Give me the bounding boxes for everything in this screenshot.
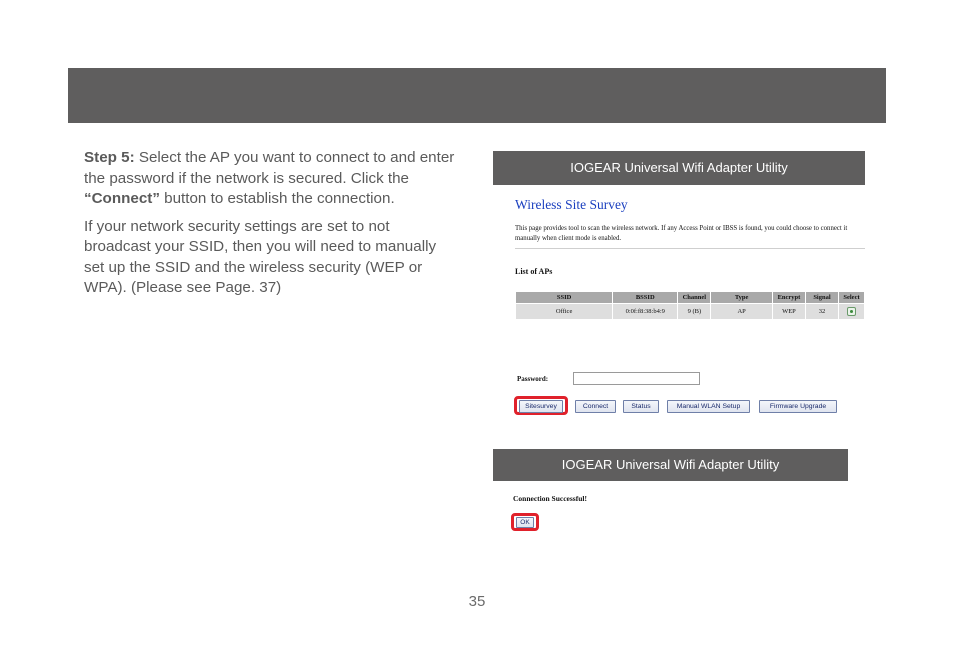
column-header: Channel [678, 292, 711, 303]
signal-cell: 32 [805, 304, 839, 319]
column-header: Signal [805, 292, 839, 303]
column-header: Encrypt [772, 292, 805, 303]
ok-button[interactable]: OK [516, 517, 534, 528]
column-header: SSID [516, 292, 613, 303]
step-paragraph: Step 5: Select the AP you want to connec… [84, 148, 460, 210]
instructions-text: Step 5: Select the AP you want to connec… [84, 148, 460, 306]
select-radio-icon[interactable] [847, 307, 856, 316]
page-description: This page provides tool to scan the wire… [515, 225, 848, 242]
sitesurvey-button[interactable]: Sitesurvey [519, 400, 563, 413]
utility-title-bar: IOGEAR Universal Wifi Adapter Utility [493, 151, 865, 185]
select-cell[interactable] [839, 304, 864, 319]
connect-quote: “Connect” [84, 190, 160, 207]
bssid-cell: 0:0f:f8:38:b4:9 [613, 304, 678, 319]
step-label: Step 5: [84, 149, 135, 166]
status-button[interactable]: Status [623, 400, 659, 413]
firmware-upgrade-button[interactable]: Firmware Upgrade [759, 400, 837, 413]
header-bar [68, 68, 886, 123]
page-number: 35 [468, 593, 486, 610]
table-header-row: SSID BSSID Channel Type Encrypt Signal S… [516, 292, 864, 303]
type-cell: AP [711, 304, 772, 319]
list-heading: List of APs [515, 267, 553, 276]
connection-message: Connection Successful! [513, 494, 587, 503]
password-label: Password: [517, 375, 549, 383]
channel-cell: 9 (B) [678, 304, 711, 319]
ap-table: SSID BSSID Channel Type Encrypt Signal S… [515, 291, 865, 320]
ssid-paragraph: If your network security settings are se… [84, 217, 437, 297]
utility-title-bar-2: IOGEAR Universal Wifi Adapter Utility [493, 449, 848, 481]
table-row[interactable]: Office 0:0f:f8:38:b4:9 9 (B) AP WEP 32 [516, 304, 864, 319]
column-header: Type [711, 292, 772, 303]
step-text-1: Select the AP you want to connect to and… [84, 149, 455, 187]
step-text-2: button to establish the connection. [159, 190, 395, 207]
password-input[interactable] [573, 372, 700, 385]
ssid-cell: Office [516, 304, 613, 319]
page-title: Wireless Site Survey [515, 197, 628, 212]
manual-wlan-setup-button[interactable]: Manual WLAN Setup [667, 400, 750, 413]
encrypt-cell: WEP [772, 304, 805, 319]
column-header: BSSID [613, 292, 678, 303]
column-header: Select [839, 292, 864, 303]
divider [515, 248, 865, 249]
connect-button[interactable]: Connect [575, 400, 616, 413]
